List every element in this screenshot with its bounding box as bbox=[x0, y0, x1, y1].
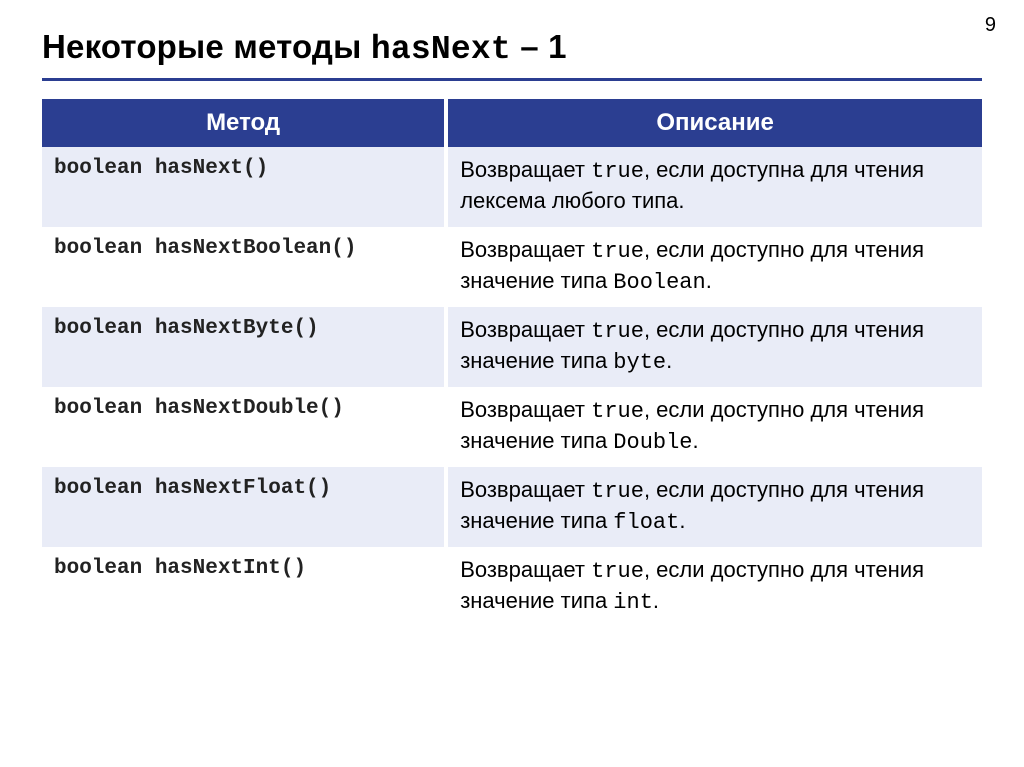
title-code: hasNext bbox=[371, 31, 511, 68]
method-description: Возвращает true, если доступно для чтени… bbox=[446, 307, 982, 387]
desc-code: true bbox=[591, 479, 644, 504]
desc-text: Возвращает bbox=[460, 237, 591, 262]
method-signature: boolean hasNextInt() bbox=[42, 547, 446, 627]
desc-text: Возвращает bbox=[460, 557, 591, 582]
header-method: Метод bbox=[42, 99, 446, 147]
method-description: Возвращает true, если доступно для чтени… bbox=[446, 227, 982, 307]
methods-table: Метод Описание boolean hasNext() Возвращ… bbox=[42, 99, 982, 627]
desc-text: Возвращает bbox=[460, 157, 591, 182]
method-signature: boolean hasNextByte() bbox=[42, 307, 446, 387]
desc-text: . bbox=[653, 588, 659, 613]
desc-code: true bbox=[591, 559, 644, 584]
header-description: Описание bbox=[446, 99, 982, 147]
desc-text: . bbox=[693, 428, 699, 453]
desc-code: Boolean bbox=[613, 270, 705, 295]
method-description: Возвращает true, если доступно для чтени… bbox=[446, 387, 982, 467]
title-suffix: – 1 bbox=[511, 28, 567, 65]
table-row: boolean hasNextInt() Возвращает true, ес… bbox=[42, 547, 982, 627]
table-row: boolean hasNext() Возвращает true, если … bbox=[42, 147, 982, 227]
desc-code: Double bbox=[613, 430, 692, 455]
desc-code: true bbox=[591, 319, 644, 344]
table-row: boolean hasNextDouble() Возвращает true,… bbox=[42, 387, 982, 467]
desc-text: . bbox=[706, 268, 712, 293]
desc-text: Возвращает bbox=[460, 317, 591, 342]
title-prefix: Некоторые методы bbox=[42, 28, 371, 65]
desc-text: . bbox=[666, 348, 672, 373]
desc-code: true bbox=[591, 399, 644, 424]
desc-text: . bbox=[679, 508, 685, 533]
table-header-row: Метод Описание bbox=[42, 99, 982, 147]
method-signature: boolean hasNextBoolean() bbox=[42, 227, 446, 307]
desc-text: Возвращает bbox=[460, 397, 591, 422]
slide-title: Некоторые методы hasNext – 1 bbox=[42, 28, 982, 68]
table-row: boolean hasNextByte() Возвращает true, е… bbox=[42, 307, 982, 387]
desc-code: true bbox=[591, 239, 644, 264]
method-description: Возвращает true, если доступно для чтени… bbox=[446, 467, 982, 547]
desc-code: float bbox=[613, 510, 679, 535]
method-description: Возвращает true, если доступно для чтени… bbox=[446, 547, 982, 627]
page-number: 9 bbox=[985, 14, 996, 37]
desc-code: byte bbox=[613, 350, 666, 375]
method-signature: boolean hasNext() bbox=[42, 147, 446, 227]
desc-code: true bbox=[591, 159, 644, 184]
table-row: boolean hasNextBoolean() Возвращает true… bbox=[42, 227, 982, 307]
method-description: Возвращает true, если доступна для чтени… bbox=[446, 147, 982, 227]
table-row: boolean hasNextFloat() Возвращает true, … bbox=[42, 467, 982, 547]
desc-code: int bbox=[613, 590, 653, 615]
desc-text: Возвращает bbox=[460, 477, 591, 502]
title-underline bbox=[42, 78, 982, 81]
method-signature: boolean hasNextDouble() bbox=[42, 387, 446, 467]
method-signature: boolean hasNextFloat() bbox=[42, 467, 446, 547]
